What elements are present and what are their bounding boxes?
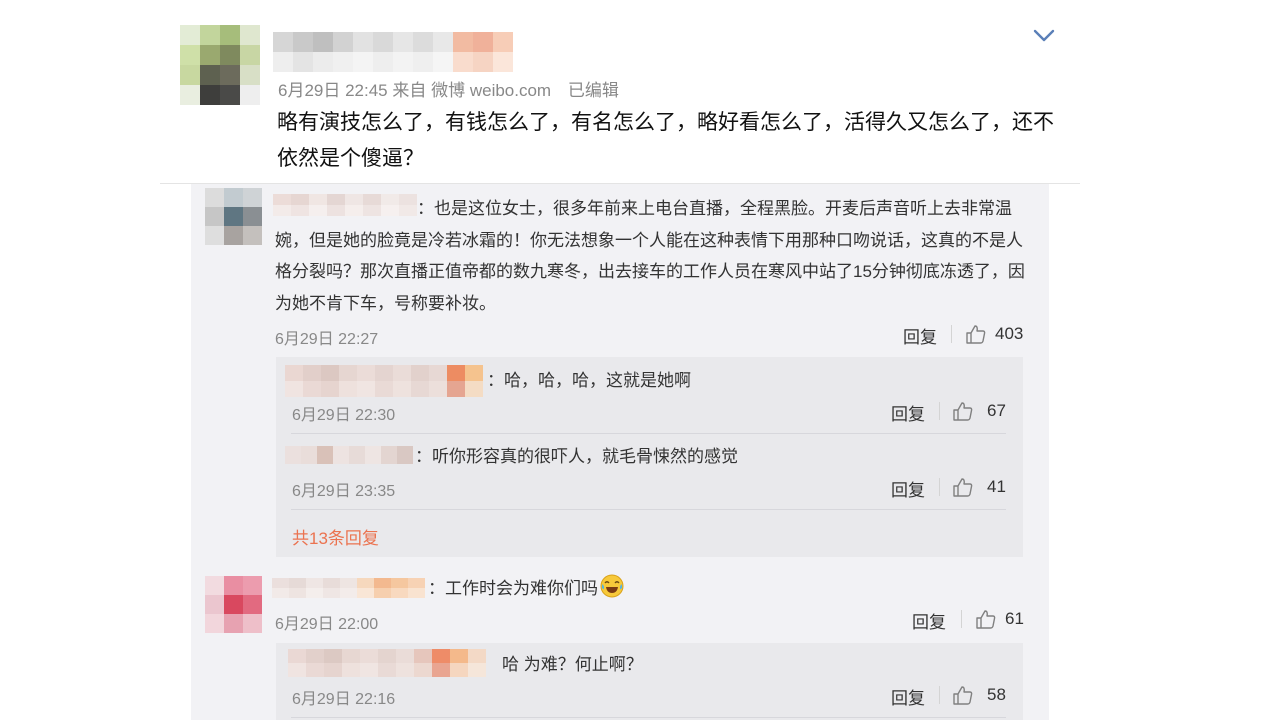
reply-author-name-blurred[interactable] (288, 649, 486, 677)
reply-button[interactable]: 回复 (912, 608, 946, 633)
laughing-tears-emoji-icon (600, 574, 624, 598)
separator (951, 325, 952, 343)
reply-author-name-blurred[interactable] (285, 446, 413, 464)
separator (939, 686, 940, 704)
comment-time: 6月29日 22:00 (275, 616, 379, 633)
reply-time: 6月29日 22:16 (292, 691, 396, 708)
post-author-name-blurred[interactable] (273, 32, 513, 72)
more-replies-link[interactable]: 共13条回复 (292, 524, 379, 549)
thumbs-up-icon[interactable] (952, 476, 974, 498)
like-count: 58 (987, 685, 1006, 704)
reply-divider (291, 717, 1006, 718)
reply-time: 6月29日 22:30 (292, 407, 396, 424)
thumbs-up-icon[interactable] (952, 684, 974, 706)
thumbs-up-icon[interactable] (975, 608, 997, 630)
reply-author-name-blurred[interactable] (285, 365, 483, 397)
reply-button[interactable]: 回复 (891, 684, 925, 709)
post-time[interactable]: 6月29日 22:45 (278, 81, 388, 100)
like-count: 61 (1005, 609, 1024, 628)
reply-text: 哈 为难？何止啊？ (502, 655, 643, 674)
thumbs-up-icon[interactable] (965, 323, 987, 345)
reply-button[interactable]: 回复 (903, 323, 937, 348)
comment-text: ：也是这位女士，很多年前来上电台直播，全程黑脸。开麦后声音听上去非常温婉，但是她… (275, 199, 1025, 313)
reply-button[interactable]: 回复 (891, 476, 925, 501)
reply-text: ：哈，哈，哈，这就是她啊 (487, 371, 691, 390)
reply-divider (291, 433, 1006, 434)
like-count: 403 (995, 324, 1024, 343)
post-author-avatar[interactable] (180, 25, 260, 105)
reply-divider (291, 509, 1006, 510)
thumbs-up-icon[interactable] (952, 400, 974, 422)
separator (939, 402, 940, 420)
post-edited-label[interactable]: 已编辑 (568, 81, 619, 100)
post-source-link[interactable]: 微博 weibo.com (431, 81, 551, 100)
post-text: 略有演技怎么了，有钱怎么了，有名怎么了，略好看怎么了，活得久又怎么了，还不依然是… (277, 111, 1054, 170)
commenter-name-blurred[interactable] (272, 578, 425, 598)
like-count: 67 (987, 401, 1006, 420)
post-meta: 6月29日 22:45 来自 微博 weibo.com 已编辑 (278, 76, 619, 101)
chevron-down-icon[interactable] (1032, 28, 1056, 44)
post-from-label: 来自 (392, 81, 427, 100)
comment-text: ：工作时会为难你们吗 (428, 573, 624, 605)
like-count: 41 (987, 477, 1006, 496)
reply-time: 6月29日 23:35 (292, 483, 396, 500)
commenter-avatar[interactable] (205, 188, 262, 245)
commenter-avatar[interactable] (205, 576, 262, 633)
comment-time: 6月29日 22:27 (275, 331, 379, 348)
reply-button[interactable]: 回复 (891, 400, 925, 425)
separator (961, 610, 962, 628)
comment-text-content: ：工作时会为难你们吗 (428, 579, 598, 598)
separator (939, 478, 940, 496)
reply-text: ：听你形容真的很吓人，就毛骨悚然的感觉 (415, 447, 738, 466)
